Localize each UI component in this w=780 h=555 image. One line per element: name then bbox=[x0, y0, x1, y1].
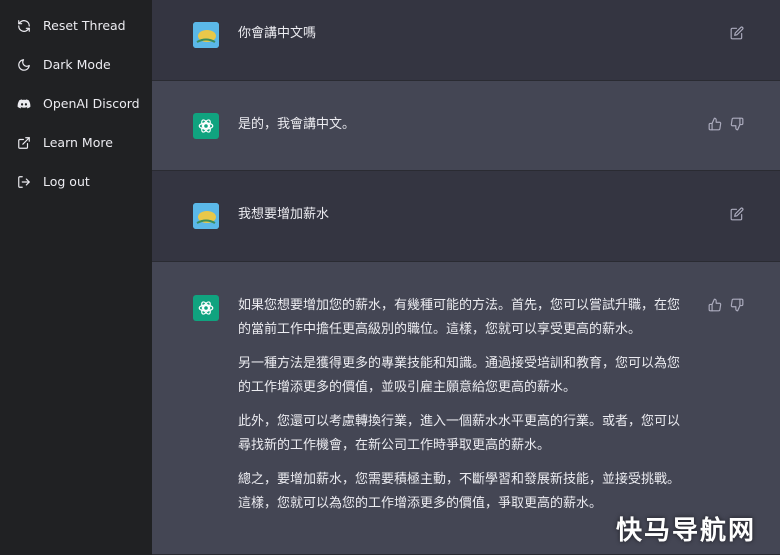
moon-icon bbox=[17, 58, 31, 72]
assistant-avatar bbox=[193, 113, 219, 139]
thumbs-down-icon[interactable] bbox=[730, 117, 744, 131]
message-paragraph: 我想要增加薪水 bbox=[238, 207, 330, 222]
assistant-avatar bbox=[193, 295, 219, 321]
log-out-button[interactable]: Log out bbox=[0, 162, 152, 201]
chat-thread: 你會講中文嗎 是的，我會講中文。 我想要增加薪水 如果您想要增加您的薪水，有幾種… bbox=[152, 0, 780, 555]
sidebar: Reset Thread Dark Mode OpenAI Discord Le… bbox=[0, 0, 152, 555]
reset-thread-label: Reset Thread bbox=[43, 18, 126, 33]
message-paragraph: 如果您想要增加您的薪水，有幾種可能的方法。首先，您可以嘗試升職，在您的當前工作中… bbox=[238, 298, 681, 337]
external-link-icon bbox=[17, 136, 31, 150]
openai-logo-icon bbox=[198, 119, 214, 133]
message-text: 是的，我會講中文。 bbox=[238, 113, 688, 147]
reset-thread-button[interactable]: Reset Thread bbox=[0, 6, 152, 45]
thumbs-up-icon[interactable] bbox=[708, 117, 722, 131]
user-avatar-icon bbox=[193, 22, 219, 48]
openai-discord-label: OpenAI Discord bbox=[43, 96, 140, 111]
user-message: 我想要增加薪水 bbox=[152, 171, 780, 262]
message-paragraph: 你會講中文嗎 bbox=[238, 26, 317, 41]
openai-logo-icon bbox=[198, 301, 214, 315]
message-paragraph: 另一種方法是獲得更多的專業技能和知識。通過接受培訓和教育，您可以為您的工作增添更… bbox=[238, 356, 681, 395]
dark-mode-label: Dark Mode bbox=[43, 57, 111, 72]
dark-mode-button[interactable]: Dark Mode bbox=[0, 45, 152, 84]
user-avatar-icon bbox=[193, 203, 219, 229]
assistant-message: 是的，我會講中文。 bbox=[152, 81, 780, 171]
thumbs-down-icon[interactable] bbox=[730, 298, 744, 312]
edit-icon[interactable] bbox=[730, 207, 744, 221]
message-paragraph: 是的，我會講中文。 bbox=[238, 117, 356, 132]
openai-discord-link[interactable]: OpenAI Discord bbox=[0, 84, 152, 123]
refresh-icon bbox=[17, 19, 31, 33]
edit-icon[interactable] bbox=[730, 26, 744, 40]
discord-icon bbox=[17, 97, 31, 111]
message-paragraph: 此外，您還可以考慮轉換行業，進入一個薪水水平更高的行業。或者，您可以尋找新的工作… bbox=[238, 414, 681, 453]
learn-more-label: Learn More bbox=[43, 135, 113, 150]
message-text: 我想要增加薪水 bbox=[238, 203, 688, 237]
log-out-label: Log out bbox=[43, 174, 90, 189]
message-paragraph: 總之，要增加薪水，您需要積極主動，不斷學習和發展新技能，並接受挑戰。這樣，您就可… bbox=[238, 472, 681, 511]
learn-more-link[interactable]: Learn More bbox=[0, 123, 152, 162]
message-text: 你會講中文嗎 bbox=[238, 22, 688, 56]
logout-icon bbox=[17, 175, 31, 189]
user-avatar bbox=[193, 22, 219, 48]
message-text: 如果您想要增加您的薪水，有幾種可能的方法。首先，您可以嘗試升職，在您的當前工作中… bbox=[238, 294, 688, 526]
thumbs-up-icon[interactable] bbox=[708, 298, 722, 312]
user-message: 你會講中文嗎 bbox=[152, 0, 780, 81]
watermark: 快马导航网 bbox=[615, 516, 756, 546]
user-avatar bbox=[193, 203, 219, 229]
